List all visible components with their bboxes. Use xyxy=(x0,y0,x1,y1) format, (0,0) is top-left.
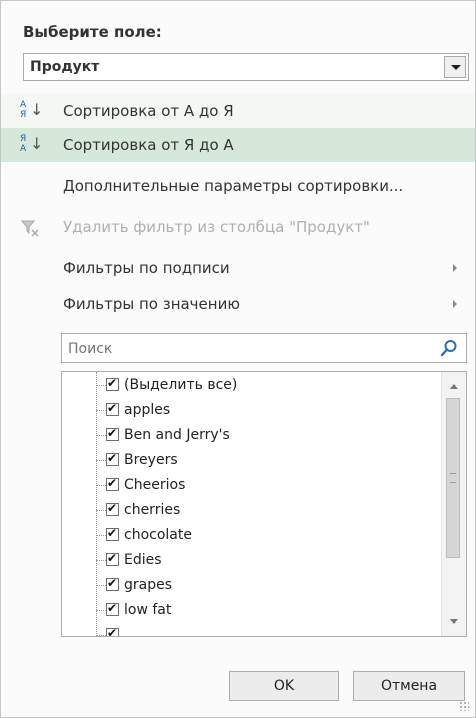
value-filters-label: Фильтры по значению xyxy=(63,295,240,313)
chevron-down-icon[interactable] xyxy=(444,56,466,78)
resize-grip-icon[interactable] xyxy=(459,701,469,711)
field-select[interactable]: Продукт xyxy=(23,53,469,81)
list-item[interactable]: Breyers xyxy=(96,449,426,473)
list-scrollbar[interactable] xyxy=(441,372,466,636)
list-item[interactable]: Ben and Jerry's xyxy=(96,424,426,448)
list-item-label: (Выделить все) xyxy=(124,377,238,393)
ok-button-label: OK xyxy=(273,678,295,694)
ok-button[interactable]: OK xyxy=(229,671,339,701)
sort-ascending-label: Сортировка от А до Я xyxy=(63,102,234,120)
checkbox[interactable] xyxy=(106,451,119,466)
checkbox[interactable] xyxy=(106,626,119,636)
list-item[interactable]: apples xyxy=(96,399,426,423)
sort-ascending-item[interactable]: А Я ↓ Сортировка от А до Я xyxy=(1,94,475,128)
submenu-arrow-icon xyxy=(453,300,457,308)
scroll-up-icon[interactable] xyxy=(450,384,458,389)
list-item[interactable]: grapes xyxy=(96,574,426,598)
checkbox[interactable] xyxy=(106,401,119,416)
sort-a-to-z-icon: А Я ↓ xyxy=(20,100,44,120)
list-item-label: Edies xyxy=(124,552,162,568)
value-checklist: (Выделить все) apples Ben and Jerry's Br… xyxy=(61,371,467,637)
value-filters-item[interactable]: Фильтры по значению xyxy=(1,287,475,321)
checkbox[interactable] xyxy=(106,601,119,616)
checkbox[interactable] xyxy=(106,501,119,516)
checkbox[interactable] xyxy=(106,476,119,491)
cancel-button-label: Отмена xyxy=(380,678,438,694)
list-item-label: grapes xyxy=(124,577,173,593)
list-item[interactable]: Cheerios xyxy=(96,474,426,498)
list-item-label: low fat xyxy=(124,602,172,618)
checkbox[interactable] xyxy=(106,426,119,441)
submenu-arrow-icon xyxy=(453,264,457,272)
search-box[interactable] xyxy=(61,333,467,363)
label-filters-item[interactable]: Фильтры по подписи xyxy=(1,251,475,285)
list-item-partial[interactable] xyxy=(96,624,426,636)
checkbox[interactable] xyxy=(106,551,119,566)
more-sort-options-item[interactable]: Дополнительные параметры сортировки... xyxy=(1,169,475,203)
checkbox[interactable] xyxy=(106,576,119,591)
list-item[interactable]: (Выделить все) xyxy=(96,374,426,398)
list-item-label: Breyers xyxy=(124,452,178,468)
filter-dropdown-panel: Выберите поле: Продукт А Я ↓ Сортировка от… xyxy=(0,0,476,718)
list-item-label: Cheerios xyxy=(124,477,186,493)
scroll-thumb[interactable] xyxy=(446,398,460,558)
list-item-label: Ben and Jerry's xyxy=(124,427,230,443)
checkbox[interactable] xyxy=(106,526,119,541)
list-item-label: cherries xyxy=(124,502,181,518)
field-label: Выберите поле: xyxy=(23,23,162,41)
clear-filter-icon xyxy=(20,219,39,237)
cancel-button[interactable]: Отмена xyxy=(353,671,465,701)
clear-filter-item: Удалить фильтр из столбца "Продукт" xyxy=(1,210,475,244)
search-input[interactable] xyxy=(66,337,430,361)
list-item[interactable]: low fat xyxy=(96,599,426,623)
list-item[interactable]: cherries xyxy=(96,499,426,523)
clear-filter-label: Удалить фильтр из столбца "Продукт" xyxy=(63,218,370,236)
label-filters-label: Фильтры по подписи xyxy=(63,259,230,277)
search-icon[interactable] xyxy=(440,339,458,357)
checkbox[interactable] xyxy=(106,376,119,391)
more-sort-options-label: Дополнительные параметры сортировки... xyxy=(63,177,404,195)
field-select-value: Продукт xyxy=(30,59,100,75)
list-item-label: chocolate xyxy=(124,527,192,543)
list-item[interactable]: chocolate xyxy=(96,524,426,548)
sort-z-to-a-icon: Я А ↓ xyxy=(20,134,44,154)
list-item[interactable]: Edies xyxy=(96,549,426,573)
list-item-label: apples xyxy=(124,402,171,418)
sort-descending-item[interactable]: Я А ↓ Сортировка от Я до А xyxy=(1,128,475,162)
scroll-down-icon[interactable] xyxy=(450,619,458,624)
sort-descending-label: Сортировка от Я до А xyxy=(63,136,234,154)
